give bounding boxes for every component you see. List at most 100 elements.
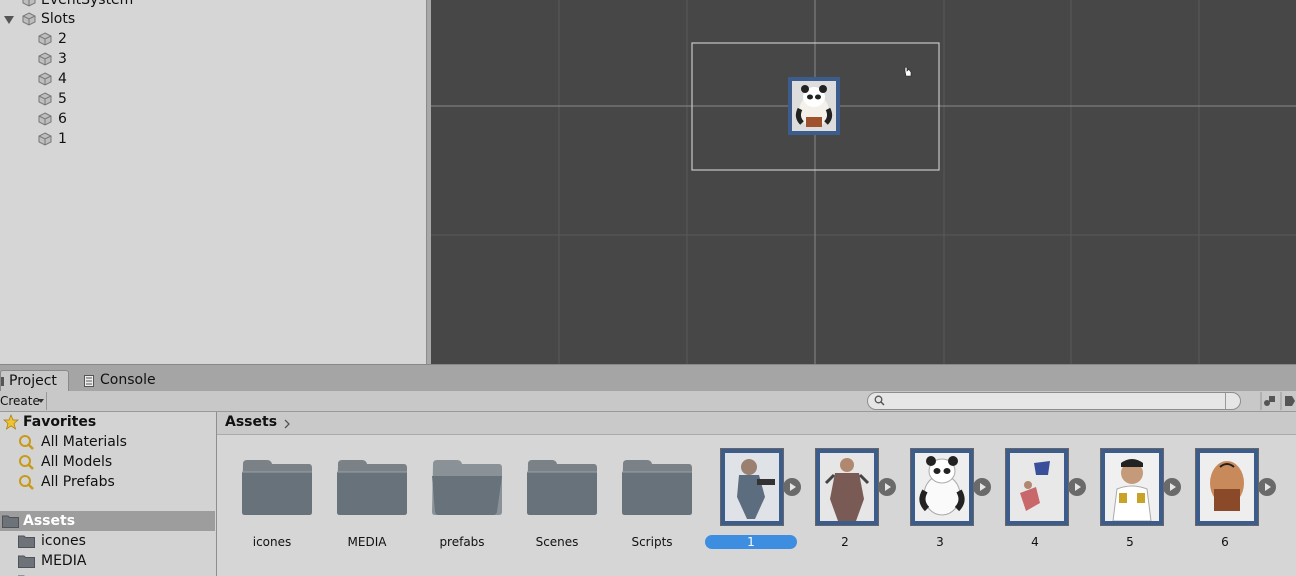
project-toolbar: Create [0, 391, 1296, 412]
saved-search-icon [19, 475, 34, 490]
hierarchy-item-label: Slots [41, 11, 76, 27]
tree-favorite-label: All Materials [41, 434, 127, 450]
hand-cursor-icon [904, 66, 912, 77]
tab-console[interactable]: Console [80, 370, 170, 391]
hierarchy-item-label: 4 [58, 71, 67, 87]
hierarchy-panel: EventSystem Slots 2 3 4 5 6 1 [0, 0, 427, 364]
sprite-thumbnail [815, 448, 879, 526]
search-input[interactable] [867, 392, 1241, 410]
asset-sprite-label: 1 [705, 535, 797, 549]
asset-folder-label: Scripts [631, 535, 673, 549]
tree-favorite-label: All Models [41, 454, 113, 470]
tree-favorites-label: Favorites [23, 414, 97, 430]
folder-icon [622, 460, 692, 515]
asset-folder[interactable]: MEDIA [322, 448, 412, 556]
create-button[interactable]: Create [0, 392, 47, 410]
asset-sprite[interactable]: 3 [895, 448, 991, 556]
sprite-thumbnail [720, 448, 784, 526]
scene-view[interactable] [431, 0, 1296, 364]
panda-sprite-icon [792, 81, 836, 131]
asset-folder[interactable]: Scripts [607, 448, 697, 556]
project-folder-tree: Favorites All Materials All Models All P… [0, 412, 217, 576]
assets-grid: Assets icones MEDIA prefabs Scenes Scrip… [217, 412, 1296, 576]
panda-sprite-icon [915, 453, 969, 521]
sprite-thumbnail [1005, 448, 1069, 526]
play-icon[interactable] [973, 478, 991, 496]
sprite-thumbnail [910, 448, 974, 526]
gameobject-icon [38, 92, 52, 106]
tree-favorite-label: All Prefabs [41, 474, 115, 490]
tree-folder-label: icones [41, 533, 86, 549]
project-tab-icon [1, 377, 4, 386]
folder-icon [527, 460, 597, 515]
soldier-sprite-icon [725, 453, 779, 521]
asset-sprite-label: 3 [936, 535, 944, 549]
tab-console-label: Console [100, 372, 156, 388]
breadcrumb-assets[interactable]: Assets [225, 414, 277, 430]
gameobject-icon [38, 112, 52, 126]
play-icon[interactable] [1068, 478, 1086, 496]
console-icon [84, 375, 94, 387]
asset-sprite[interactable]: 1 [705, 448, 801, 556]
asset-sprite-label: 4 [1031, 535, 1039, 549]
hierarchy-item-label: 2 [58, 31, 67, 47]
expand-arrow-icon[interactable] [4, 16, 14, 24]
open-folder-icon [432, 460, 502, 515]
breadcrumb: Assets [217, 412, 1296, 435]
asset-folder-label: Scenes [535, 535, 579, 549]
saved-search-icon [19, 435, 34, 450]
hierarchy-item-label: 6 [58, 111, 67, 127]
tab-project[interactable]: Project [0, 370, 69, 392]
type-filter-icon[interactable] [1260, 392, 1278, 410]
asset-folder[interactable]: Scenes [512, 448, 602, 556]
folder-icon [18, 535, 35, 548]
play-icon[interactable] [1258, 478, 1276, 496]
face-sprite-icon [1200, 453, 1254, 521]
gameobject-icon [22, 12, 36, 26]
gameobject-icon [38, 52, 52, 66]
hierarchy-item-label: 1 [58, 131, 67, 147]
hierarchy-item-slots[interactable]: Slots [0, 9, 420, 29]
folder-icon [18, 555, 35, 568]
warrior-sprite-icon [820, 453, 874, 521]
dropdown-arrow-icon [38, 399, 44, 403]
asset-folder-label: icones [252, 535, 292, 549]
gameobject-icon [38, 72, 52, 86]
asset-sprite-label: 5 [1126, 535, 1134, 549]
bottom-tab-bar: Project Console [0, 364, 1296, 392]
search-icon [874, 395, 885, 406]
label-filter-icon[interactable] [1280, 392, 1296, 410]
tree-assets-label: Assets [23, 513, 76, 529]
selected-sprite[interactable] [788, 77, 840, 135]
asset-folder-label: prefabs [439, 535, 485, 549]
person-sprite-icon [1105, 453, 1159, 521]
asset-folder[interactable]: prefabs [417, 448, 507, 556]
star-icon [3, 414, 19, 430]
play-icon[interactable] [783, 478, 801, 496]
tree-favorites[interactable]: Favorites [0, 412, 215, 432]
gameobject-icon [22, 0, 36, 7]
folder-icon [337, 460, 407, 515]
asset-sprite[interactable]: 4 [990, 448, 1086, 556]
play-icon[interactable] [1163, 478, 1181, 496]
asset-sprite[interactable]: 6 [1180, 448, 1276, 556]
search-divider [1225, 393, 1226, 409]
hierarchy-item-label: 3 [58, 51, 67, 67]
asset-folder-label: MEDIA [347, 535, 387, 549]
gameobject-icon [38, 132, 52, 146]
asset-sprite-label: 6 [1221, 535, 1229, 549]
scene-grid [431, 0, 1296, 364]
asset-sprite-label: 2 [841, 535, 849, 549]
tree-folder-label: MEDIA [41, 553, 87, 569]
create-label: Create [0, 394, 40, 408]
tree-assets[interactable]: Assets [0, 511, 215, 531]
asset-sprite[interactable]: 2 [800, 448, 896, 556]
hierarchy-item-label: 5 [58, 91, 67, 107]
play-icon[interactable] [878, 478, 896, 496]
asset-folder[interactable]: icones [227, 448, 317, 556]
breadcrumb-chevron-icon [284, 419, 290, 429]
sprite-thumbnail [1195, 448, 1259, 526]
asset-sprite[interactable]: 5 [1085, 448, 1181, 556]
sprite-thumbnail [1100, 448, 1164, 526]
fighter-sprite-icon [1010, 453, 1064, 521]
